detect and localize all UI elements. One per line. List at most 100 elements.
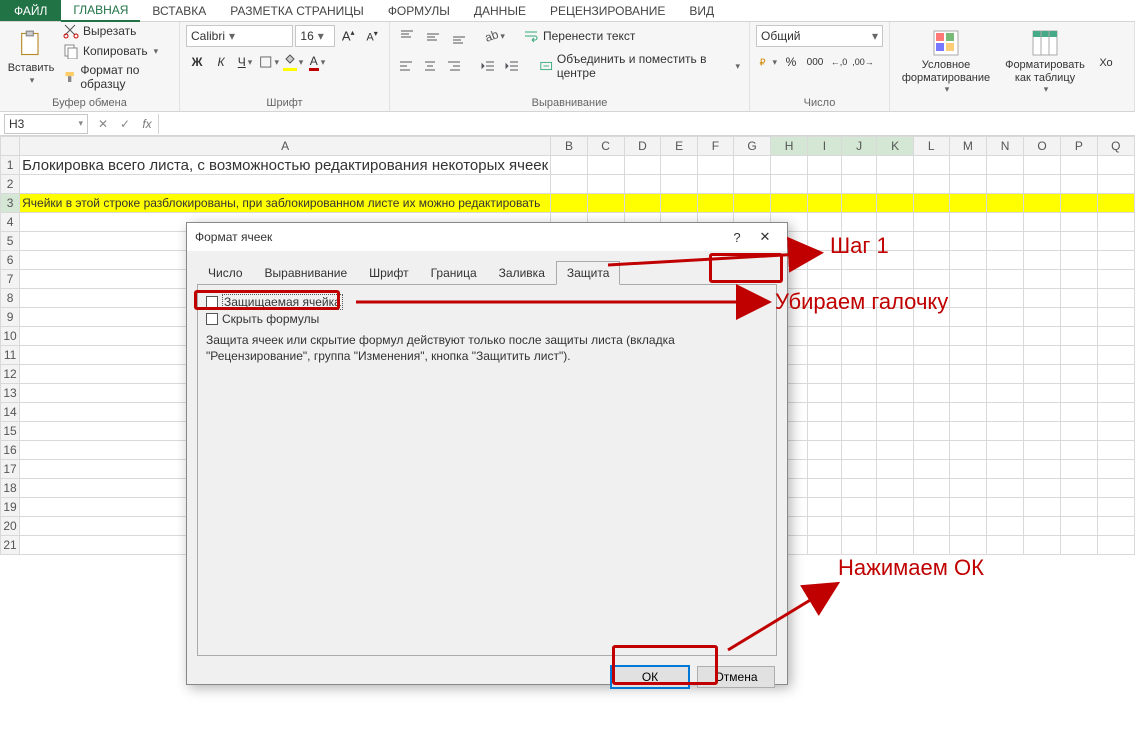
cell-N8[interactable] <box>987 289 1024 308</box>
merge-center-button[interactable]: Объединить и поместить в центре▾ <box>536 51 744 81</box>
cell-K17[interactable] <box>877 460 913 479</box>
cell-Q6[interactable] <box>1097 251 1134 270</box>
cell-O15[interactable] <box>1023 422 1060 441</box>
cell-I20[interactable] <box>808 517 842 536</box>
row-header-14[interactable]: 14 <box>1 403 20 422</box>
col-header-I[interactable]: I <box>808 137 842 156</box>
cell-E2[interactable] <box>661 175 697 194</box>
cell-J4[interactable] <box>841 213 876 232</box>
cell-L11[interactable] <box>913 346 949 365</box>
cell-J10[interactable] <box>841 327 876 346</box>
font-color-button[interactable]: А▾ <box>306 51 328 73</box>
cell-O12[interactable] <box>1023 365 1060 384</box>
cell-Q21[interactable] <box>1097 536 1134 555</box>
cell-I16[interactable] <box>808 441 842 460</box>
percent-button[interactable]: % <box>780 51 802 73</box>
decrease-decimal-button[interactable]: ,00→ <box>852 51 874 73</box>
cell-E3[interactable] <box>661 194 697 213</box>
cell-F2[interactable] <box>697 175 733 194</box>
cell-O19[interactable] <box>1023 498 1060 517</box>
cell-Q15[interactable] <box>1097 422 1134 441</box>
dialog-tab-number[interactable]: Число <box>197 261 254 285</box>
cell-J19[interactable] <box>841 498 876 517</box>
row-header-18[interactable]: 18 <box>1 479 20 498</box>
cell-I18[interactable] <box>808 479 842 498</box>
cell-K19[interactable] <box>877 498 913 517</box>
cell-O7[interactable] <box>1023 270 1060 289</box>
increase-indent-button[interactable] <box>502 55 522 77</box>
cell-J3[interactable] <box>841 194 876 213</box>
row-header-17[interactable]: 17 <box>1 460 20 479</box>
cell-L14[interactable] <box>913 403 949 422</box>
cell-K10[interactable] <box>877 327 913 346</box>
cell-L5[interactable] <box>913 232 949 251</box>
cell-D2[interactable] <box>624 175 661 194</box>
cell-O11[interactable] <box>1023 346 1060 365</box>
fx-button[interactable]: fx <box>136 117 158 131</box>
cell-P15[interactable] <box>1061 422 1097 441</box>
col-header-G[interactable]: G <box>733 137 770 156</box>
cell-G2[interactable] <box>733 175 770 194</box>
row-header-13[interactable]: 13 <box>1 384 20 403</box>
cell-N4[interactable] <box>987 213 1024 232</box>
cell-J20[interactable] <box>841 517 876 536</box>
cell-styles-button[interactable]: Хо <box>1094 53 1118 71</box>
cell-N11[interactable] <box>987 346 1024 365</box>
cell-N19[interactable] <box>987 498 1024 517</box>
cell-K20[interactable] <box>877 517 913 536</box>
cell-Q13[interactable] <box>1097 384 1134 403</box>
cell-Q7[interactable] <box>1097 270 1134 289</box>
cell-I1[interactable] <box>808 156 842 175</box>
row-header-19[interactable]: 19 <box>1 498 20 517</box>
increase-decimal-button[interactable]: ←,0 <box>828 51 850 73</box>
cell-P1[interactable] <box>1061 156 1097 175</box>
cell-M4[interactable] <box>949 213 987 232</box>
cell-L17[interactable] <box>913 460 949 479</box>
cancel-formula-button[interactable]: ✕ <box>92 117 114 131</box>
row-header-21[interactable]: 21 <box>1 536 20 555</box>
cell-N10[interactable] <box>987 327 1024 346</box>
row-header-7[interactable]: 7 <box>1 270 20 289</box>
cell-M3[interactable] <box>949 194 987 213</box>
cell-L2[interactable] <box>913 175 949 194</box>
font-size-combo[interactable]: 16▾ <box>295 25 335 47</box>
cell-N6[interactable] <box>987 251 1024 270</box>
col-header-M[interactable]: M <box>949 137 987 156</box>
cell-L12[interactable] <box>913 365 949 384</box>
cell-O5[interactable] <box>1023 232 1060 251</box>
orientation-button[interactable]: ab▾ <box>484 25 506 47</box>
row-header-5[interactable]: 5 <box>1 232 20 251</box>
cell-B2[interactable] <box>551 175 587 194</box>
cell-M16[interactable] <box>949 441 987 460</box>
cell-J18[interactable] <box>841 479 876 498</box>
cell-L20[interactable] <box>913 517 949 536</box>
format-painter-button[interactable]: Формат по образцу <box>60 62 173 92</box>
align-bottom-button[interactable] <box>448 25 470 47</box>
cell-K21[interactable] <box>877 536 913 555</box>
paste-button[interactable]: Вставить ▾ <box>6 26 56 87</box>
cell-D1[interactable] <box>624 156 661 175</box>
cell-M9[interactable] <box>949 308 987 327</box>
row-header-3[interactable]: 3 <box>1 194 20 213</box>
cell-K3[interactable] <box>877 194 913 213</box>
cell-C3[interactable] <box>587 194 624 213</box>
col-header-O[interactable]: O <box>1023 137 1060 156</box>
cell-O14[interactable] <box>1023 403 1060 422</box>
border-button[interactable]: ▾ <box>258 51 280 73</box>
tab-formulas[interactable]: ФОРМУЛЫ <box>376 0 462 21</box>
bold-button[interactable]: Ж <box>186 51 208 73</box>
cell-N16[interactable] <box>987 441 1024 460</box>
cell-J12[interactable] <box>841 365 876 384</box>
cell-K18[interactable] <box>877 479 913 498</box>
align-top-button[interactable] <box>396 25 418 47</box>
cell-P14[interactable] <box>1061 403 1097 422</box>
cell-I14[interactable] <box>808 403 842 422</box>
enter-formula-button[interactable]: ✓ <box>114 117 136 131</box>
cell-K13[interactable] <box>877 384 913 403</box>
cell-L1[interactable] <box>913 156 949 175</box>
cell-O1[interactable] <box>1023 156 1060 175</box>
cell-I15[interactable] <box>808 422 842 441</box>
cell-O17[interactable] <box>1023 460 1060 479</box>
comma-button[interactable]: 000 <box>804 51 826 73</box>
col-header-N[interactable]: N <box>987 137 1024 156</box>
